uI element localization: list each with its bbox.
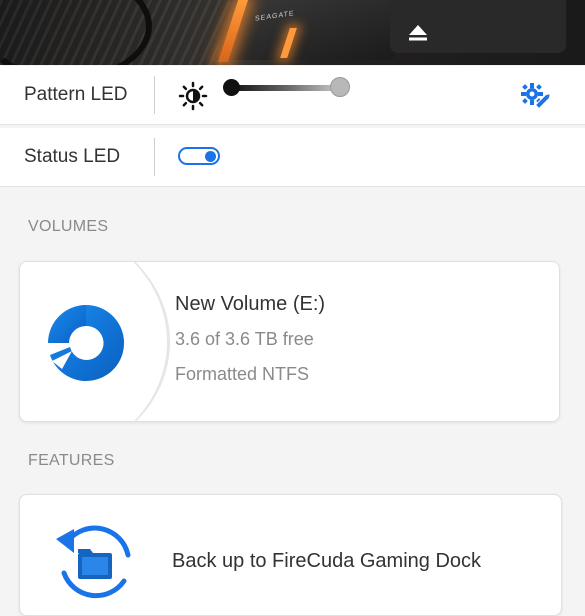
eject-icon (409, 25, 427, 41)
pattern-led-row: Pattern LED (0, 66, 585, 125)
volume-free-space: 3.6 of 3.6 TB free (175, 329, 314, 349)
backup-folder-icon (56, 525, 131, 599)
backup-feature-label: Back up to FireCuda Gaming Dock (172, 550, 482, 572)
volume-name: New Volume (E:) (175, 293, 326, 315)
hero-cable (0, 0, 152, 65)
pattern-led-label: Pattern LED (24, 84, 128, 105)
status-led-label: Status LED (24, 146, 121, 167)
volumes-heading: VOLUMES (28, 218, 109, 235)
status-led-row: Status LED (0, 128, 585, 187)
edit-pattern-icon (521, 83, 552, 110)
volume-format: Formatted NTFS (175, 364, 310, 384)
toggle-knob (205, 151, 216, 162)
edit-pattern-button[interactable] (520, 81, 554, 118)
brightness-icon (178, 81, 208, 111)
brightness-slider-min-marker (223, 79, 240, 96)
status-led-toggle[interactable] (178, 147, 220, 165)
brightness-slider-track (232, 85, 342, 91)
brightness-slider-handle[interactable] (330, 77, 350, 97)
device-hero-image: SEAGATE (0, 0, 585, 65)
eject-button[interactable] (390, 0, 566, 53)
disc-icon (48, 304, 125, 381)
backup-feature-card[interactable]: Back up to FireCuda Gaming Dock (19, 494, 562, 616)
row-divider (154, 76, 155, 114)
brightness-slider[interactable] (223, 77, 350, 97)
row-divider (154, 138, 155, 176)
features-heading: FEATURES (28, 452, 115, 469)
volume-card[interactable]: New Volume (E:) 3.6 of 3.6 TB free Forma… (19, 261, 560, 422)
